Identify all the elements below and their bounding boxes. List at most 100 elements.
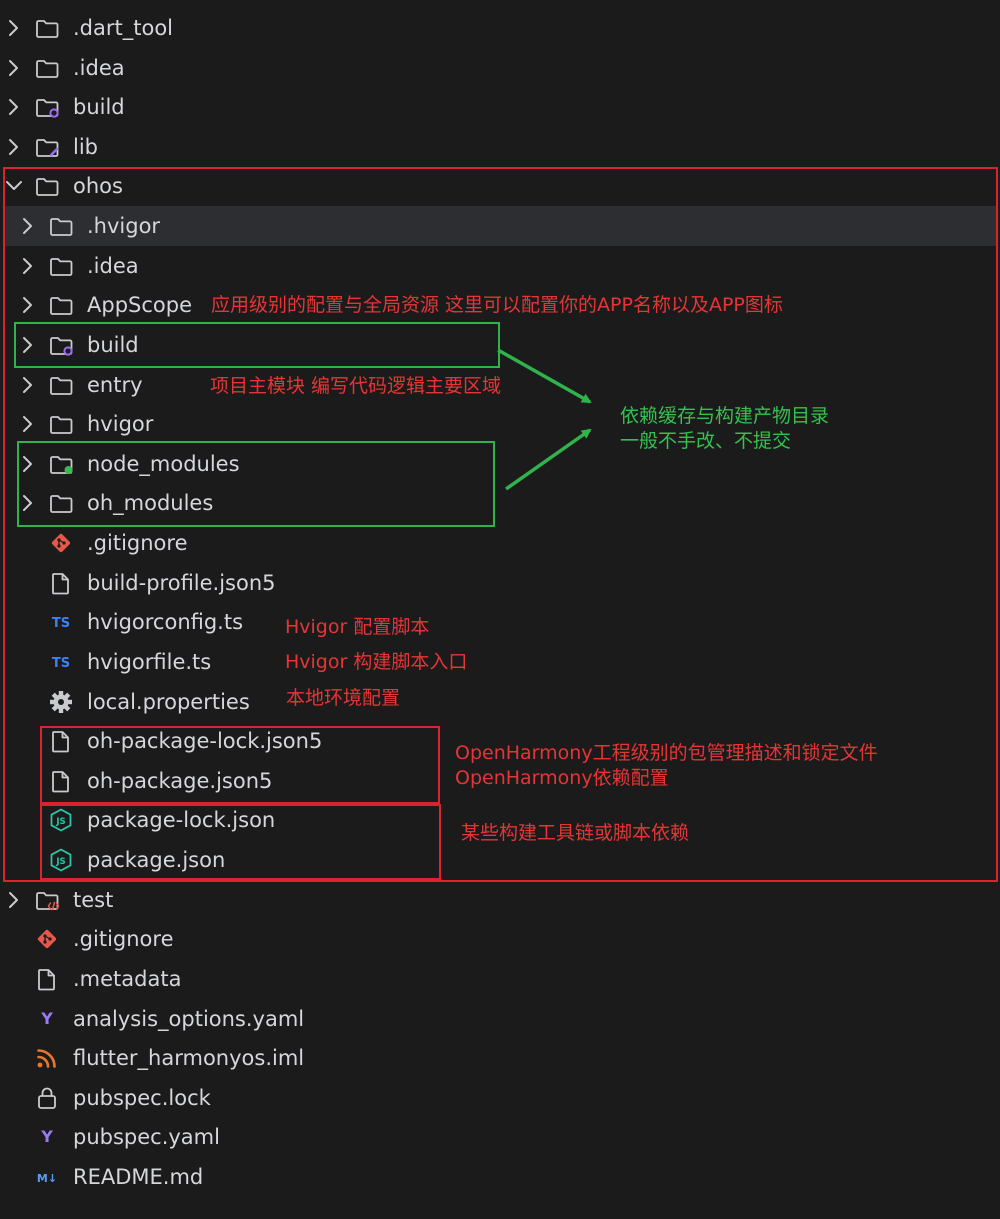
tree-item-label: .hvigor [87, 214, 161, 239]
tree-row[interactable]: node_modules [0, 444, 1000, 484]
tree-row[interactable]: hvigor [0, 404, 1000, 444]
annotation-hvigor-config: Hvigor 配置脚本 [285, 616, 430, 638]
tree-row[interactable]: .idea [0, 246, 1000, 286]
svg-text:Y: Y [40, 1127, 53, 1146]
tree-row[interactable]: build-profile.json5 [0, 563, 1000, 603]
file-icon [48, 761, 74, 801]
annotation-entry: 项目主模块 编写代码逻辑主要区域 [210, 375, 502, 397]
tree-row[interactable]: flutter_harmonyos.iml [0, 1038, 1000, 1078]
tree-row[interactable]: JS package.json [0, 840, 1000, 880]
build-folder-icon [48, 325, 74, 365]
git-icon [34, 919, 60, 959]
tree-item-label: build [87, 332, 139, 357]
tree-item-label: analysis_options.yaml [73, 1006, 305, 1031]
svg-text:JS: JS [55, 817, 65, 827]
tree-item-label: oh_modules [87, 491, 214, 516]
tree-row[interactable]: test [0, 880, 1000, 920]
tree-row[interactable]: .hvigor [4, 206, 996, 247]
annotation-oh-package-line2: OpenHarmony依赖配置 [455, 767, 669, 789]
node-modules-folder-icon [48, 444, 74, 484]
folder-icon [48, 365, 74, 405]
tree-item-label: hvigorconfig.ts [87, 610, 244, 635]
chevron-right-icon[interactable] [19, 325, 37, 365]
folder-icon [48, 404, 74, 444]
tree-item-label: .metadata [73, 966, 182, 991]
annotation-local-properties: 本地环境配置 [286, 687, 401, 709]
chevron-right-icon[interactable] [5, 48, 23, 88]
tree-item-label: README.md [73, 1164, 204, 1189]
tree-item-label: package-lock.json [87, 808, 276, 833]
chevron-right-icon[interactable] [19, 365, 37, 405]
tree-row[interactable]: TS hvigorfile.ts [0, 642, 1000, 682]
folder-icon [48, 483, 74, 523]
typescript-icon: TS [48, 642, 74, 682]
json-icon: JS [48, 840, 74, 880]
svg-text:JS: JS [55, 857, 65, 867]
chevron-right-icon[interactable] [19, 404, 37, 444]
json-icon: JS [48, 800, 74, 840]
tree-item-label: pubspec.lock [73, 1085, 211, 1110]
tree-row[interactable]: oh_modules [0, 483, 1000, 523]
tree-item-label: pubspec.yaml [73, 1125, 220, 1150]
tree-row[interactable]: lib [0, 127, 1000, 167]
lib-folder-icon [34, 127, 60, 167]
tree-row[interactable]: M↓ README.md [0, 1157, 1000, 1197]
annotation-cache-line2: 一般不手改、不提交 [620, 430, 792, 452]
tree-item-label: local.properties [87, 689, 250, 714]
tree-item-label: test [73, 887, 114, 912]
chevron-right-icon[interactable] [19, 483, 37, 523]
chevron-down-icon[interactable] [5, 166, 23, 206]
folder-icon [48, 285, 74, 325]
chevron-right-icon[interactable] [5, 87, 23, 127]
tree-item-label: hvigorfile.ts [87, 649, 212, 674]
tree-row[interactable]: .gitignore [0, 919, 1000, 959]
chevron-right-icon[interactable] [5, 880, 23, 920]
tree-row[interactable]: TS hvigorconfig.ts [0, 602, 1000, 642]
tree-row[interactable]: Yanalysis_options.yaml [0, 999, 1000, 1039]
chevron-right-icon[interactable] [5, 8, 23, 48]
file-icon [48, 721, 74, 761]
tree-row[interactable]: .gitignore [0, 523, 1000, 563]
annotation-package-json: 某些构建工具链或脚本依赖 [461, 822, 690, 844]
build-folder-icon [34, 87, 60, 127]
tree-item-label: flutter_harmonyos.iml [73, 1046, 305, 1071]
tree-row[interactable]: Ypubspec.yaml [0, 1117, 1000, 1157]
file-icon [34, 959, 60, 999]
tree-row[interactable]: .idea [0, 48, 1000, 88]
tree-row[interactable]: .metadata [0, 959, 1000, 999]
tree-row[interactable]: local.properties [0, 682, 1000, 722]
rss-icon [34, 1038, 60, 1078]
file-icon [48, 563, 74, 603]
tree-item-label: oh-package-lock.json5 [87, 729, 323, 754]
annotation-cache-line1: 依赖缓存与构建产物目录 [620, 405, 830, 427]
folder-icon [34, 48, 60, 88]
tree-item-label: build-profile.json5 [87, 570, 276, 595]
tree-item-label: .dart_tool [73, 16, 174, 40]
tree-item-label: AppScope [87, 293, 192, 318]
chevron-right-icon[interactable] [19, 285, 37, 325]
tree-row[interactable]: pubspec.lock [0, 1078, 1000, 1118]
tree-item-label: oh-package.json5 [87, 768, 273, 793]
folder-icon [48, 206, 74, 246]
tree-row[interactable]: .dart_tool [0, 8, 1000, 48]
svg-text:TS: TS [52, 656, 70, 671]
svg-text:Y: Y [40, 1009, 53, 1028]
tree-item-label: .gitignore [73, 927, 174, 952]
file-explorer-tree: .dart_tool .idea build lib ohos .hvigor .idea A… [0, 0, 1000, 1219]
annotation-cache: 依赖缓存与构建产物目录 一般不手改、不提交 [620, 404, 829, 454]
folder-icon [34, 8, 60, 48]
tree-item-label: hvigor [87, 412, 154, 437]
tree-row[interactable]: build [0, 87, 1000, 127]
svg-text:M↓: M↓ [37, 1172, 57, 1185]
chevron-right-icon[interactable] [19, 444, 37, 484]
chevron-right-icon[interactable] [5, 127, 23, 167]
tree-row[interactable]: build [0, 325, 1000, 365]
folder-icon [48, 246, 74, 286]
tree-item-label: build [73, 95, 125, 120]
chevron-right-icon[interactable] [19, 206, 37, 246]
tree-row[interactable]: ohos [0, 166, 1000, 206]
typescript-icon: TS [48, 602, 74, 642]
chevron-right-icon[interactable] [19, 246, 37, 286]
tree-item-label: package.json [87, 848, 226, 873]
folder-icon [34, 166, 60, 206]
